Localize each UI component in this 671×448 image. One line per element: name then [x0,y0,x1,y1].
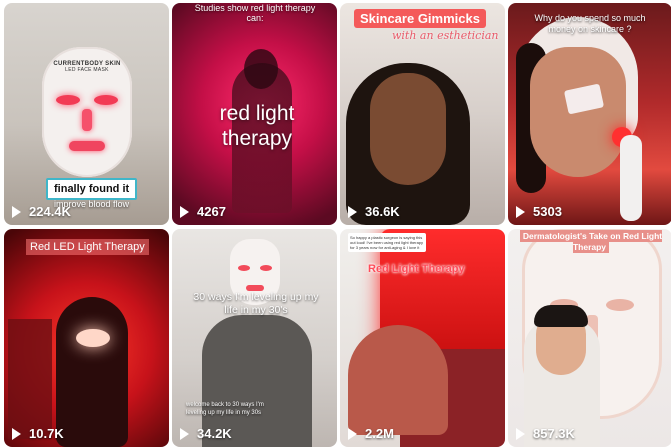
view-count: 224.4K [12,204,71,219]
overlay-title: 30 ways I'm leveling up my life in my 30… [193,291,319,316]
view-count: 36.6K [348,204,400,219]
overlay-top-text: Studies show red light therapy can: [194,3,316,23]
play-icon [12,427,23,440]
play-icon [180,205,191,218]
overlay-label: finally found it [46,178,138,200]
play-icon [180,427,191,440]
view-count: 4267 [180,204,226,219]
view-count: 10.7K [12,426,64,441]
video-card[interactable]: Dermatologist's Take on Red Light Therap… [508,229,671,447]
mask-brand-text: CURRENTBODY SKIN LED FACE MASK [53,61,121,73]
overlay-title: Red Light Therapy [368,263,465,275]
view-count: 34.2K [180,426,232,441]
video-card[interactable]: Red LED Light Therapy 10.7K [4,229,169,447]
play-icon [348,205,359,218]
video-card[interactable]: Skincare Gimmicks with an esthetician 36… [340,3,505,225]
video-card[interactable]: 30 ways I'm leveling up my life in my 30… [172,229,337,447]
view-count: 857.3K [516,426,575,441]
video-card[interactable]: So happy a plastic surgeon is saying thi… [340,229,505,447]
view-count: 5303 [516,204,562,219]
overlay-caption: welcome back to 30 ways I'm leveling up … [186,402,264,416]
video-grid: CURRENTBODY SKIN LED FACE MASK finally f… [0,0,671,448]
play-icon [516,427,527,440]
overlay-title: red light therapy [219,102,295,150]
led-mask-graphic: CURRENTBODY SKIN LED FACE MASK [42,47,132,177]
video-card[interactable]: Why do you spend so much money on skinca… [508,3,671,225]
view-count: 2.2M [348,426,394,441]
overlay-title: Red LED Light Therapy [26,239,149,255]
overlay-caption: Dermatologist's Take on Red Light Therap… [514,230,668,253]
overlay-title: Skincare Gimmicks [354,9,486,28]
play-icon [12,205,23,218]
overlay-subtitle: with an esthetician [392,29,499,42]
overlay-caption: Why do you spend so much money on skinca… [534,13,646,34]
comment-note: So happy a plastic surgeon is saying thi… [348,233,426,252]
play-icon [348,427,359,440]
video-card[interactable]: CURRENTBODY SKIN LED FACE MASK finally f… [4,3,169,225]
play-icon [516,205,527,218]
video-card[interactable]: Studies show red light therapy can: red … [172,3,337,225]
